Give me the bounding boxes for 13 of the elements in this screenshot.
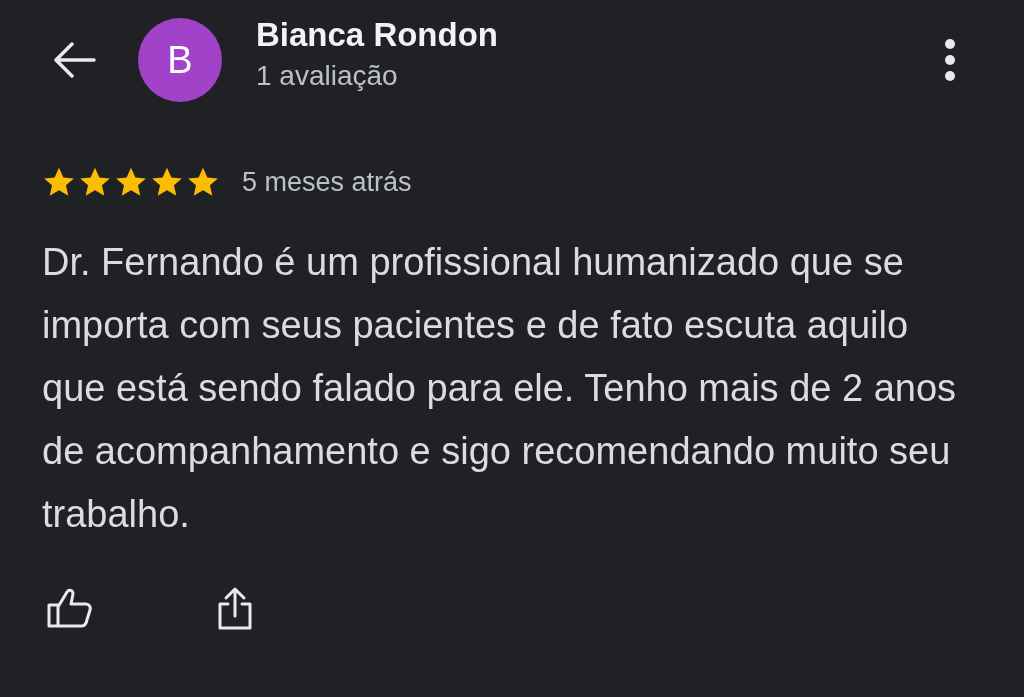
thumbs-up-icon [46, 588, 92, 628]
review-time: 5 meses atrás [242, 167, 412, 198]
reviewer-name: Bianca Rondon [256, 16, 499, 54]
back-button[interactable] [52, 42, 96, 78]
back-arrow-icon [52, 42, 96, 78]
avatar: B [138, 18, 222, 102]
more-options-icon [944, 38, 956, 82]
review-count: 1 avaliação [256, 60, 399, 92]
like-button[interactable] [46, 586, 92, 630]
review-text: Dr. Fernando é um profissional humanizado que se importa com seus pacientes e de fato escuta aquilo que está sendo falado para ele. Tenho mais de 2 anos de acompanhamento e sigo recomendando muito seu trabalho. [42, 240, 958, 537]
share-button[interactable] [216, 586, 254, 630]
share-icon [216, 586, 254, 630]
more-options-button[interactable] [944, 38, 956, 82]
